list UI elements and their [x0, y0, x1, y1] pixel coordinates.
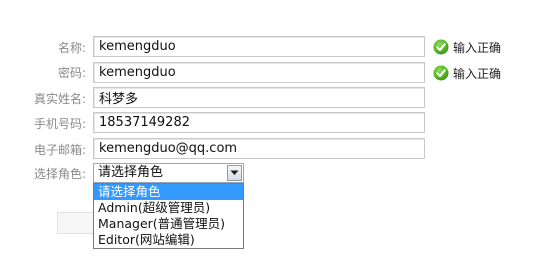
name-input[interactable] [93, 36, 425, 57]
name-status: 输入正确 [433, 38, 501, 56]
user-form: 名称: 输入正确 密码: 输入 [0, 0, 538, 271]
role-option-manager[interactable]: Manager(普通管理员) [94, 216, 243, 232]
chevron-down-icon [230, 170, 239, 175]
check-circle-icon [433, 39, 449, 55]
email-label: 电子邮箱: [33, 143, 86, 157]
password-status-text: 输入正确 [453, 66, 502, 81]
role-option-editor[interactable]: Editor(网站编辑) [94, 232, 243, 248]
role-option-placeholder[interactable]: 请选择角色 [94, 184, 243, 200]
password-input[interactable] [93, 62, 425, 83]
email-input[interactable] [93, 138, 425, 159]
check-circle-icon [433, 65, 449, 81]
realname-label: 真实姓名: [33, 92, 86, 106]
password-status: 输入正确 [433, 64, 501, 82]
submit-button[interactable] [57, 212, 97, 234]
name-status-text: 输入正确 [453, 40, 502, 55]
role-label: 选择角色: [33, 167, 86, 181]
phone-label: 手机号码: [33, 117, 86, 131]
realname-input[interactable] [93, 87, 425, 108]
role-option-admin[interactable]: Admin(超级管理员) [94, 200, 243, 216]
role-select[interactable]: 请选择角色 [93, 163, 244, 183]
phone-input[interactable] [93, 112, 425, 133]
name-label: 名称: [57, 41, 86, 55]
role-dropdown-list: 请选择角色 Admin(超级管理员) Manager(普通管理员) Editor… [93, 183, 244, 249]
role-select-toggle[interactable] [227, 165, 242, 181]
role-select-value: 请选择角色 [98, 165, 164, 180]
password-label: 密码: [57, 66, 86, 80]
